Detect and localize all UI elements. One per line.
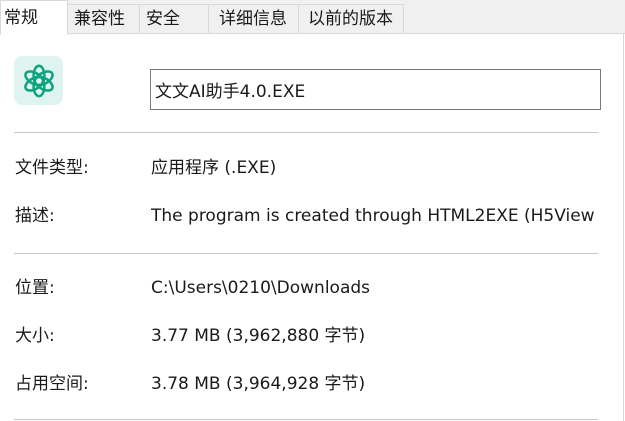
tab-general[interactable]: 常规 [0,0,68,35]
tab-compatibility[interactable]: 兼容性 [67,4,140,33]
size-value: 3.77 MB (3,962,880 字节) [151,326,366,346]
tab-bar: 常规 兼容性 安全 详细信息 以前的版本 [0,0,625,35]
disk-size-label: 占用空间: [15,374,89,394]
separator-2 [14,253,598,254]
description-value: The program is created through HTML2EXE … [151,206,595,226]
separator-3 [14,419,598,420]
file-name-input[interactable] [150,69,601,110]
tab-security[interactable]: 安全 [139,4,209,33]
tab-previous-versions[interactable]: 以前的版本 [298,4,404,33]
disk-size-value: 3.78 MB (3,964,928 字节) [151,374,366,394]
openai-logo-glyph [23,64,54,97]
location-value: C:\Users\0210\Downloads [151,278,371,298]
panel-right-border [623,34,624,421]
file-type-value: 应用程序 (.EXE) [151,158,277,178]
openai-logo-icon [14,56,63,105]
size-label: 大小: [15,326,55,346]
separator-1 [14,132,598,133]
description-label: 描述: [15,206,55,226]
file-type-label: 文件类型: [15,158,89,178]
tab-details[interactable]: 详细信息 [208,4,299,33]
location-label: 位置: [15,278,55,298]
